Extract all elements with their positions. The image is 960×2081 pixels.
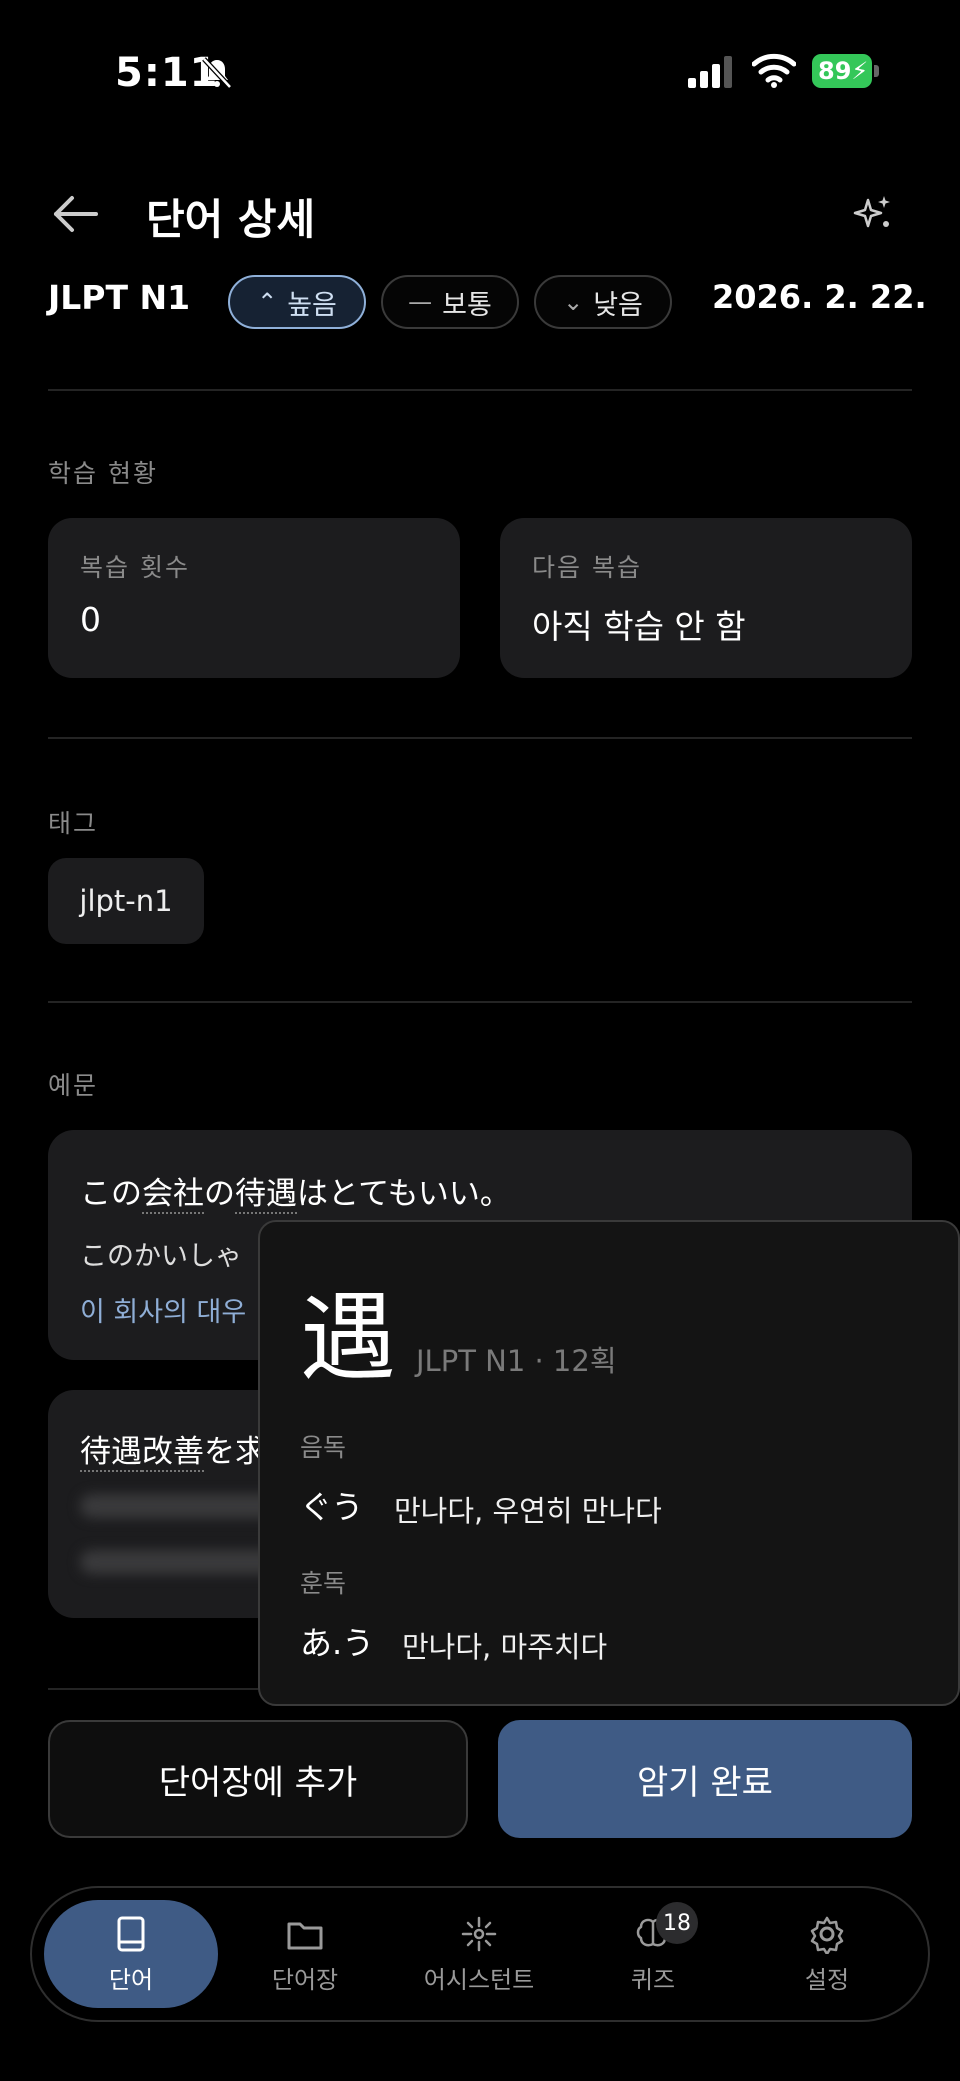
nav-label: 퀴즈 xyxy=(630,1965,676,1994)
nav-item-quiz[interactable]: 퀴즈 xyxy=(566,1900,740,2008)
next-review-card: 다음 복습 아직 학습 안 함 xyxy=(500,518,912,678)
nav-label: 어시스턴트 xyxy=(423,1965,535,1994)
next-review-value: 아직 학습 안 함 xyxy=(532,607,746,646)
bell-off-icon xyxy=(202,57,232,89)
kanji-character: 遇 xyxy=(300,1282,396,1394)
next-review-label: 다음 복습 xyxy=(532,553,642,582)
chevron-down-icon: ⌄ xyxy=(563,288,584,316)
kanji-word-link[interactable]: 改善 xyxy=(142,1434,204,1472)
example-sentence: この会社の待遇はとてもいい。 xyxy=(80,1168,511,1214)
folder-icon xyxy=(287,1922,323,1949)
example-sentence: 待遇改善を求 xyxy=(80,1426,266,1472)
kanji-word-link[interactable]: 待遇 xyxy=(80,1434,142,1472)
on-reading: ぐう xyxy=(300,1488,364,1526)
nav-label: 설정 xyxy=(804,1965,850,1994)
divider xyxy=(48,1001,912,1003)
review-count-value: 0 xyxy=(80,600,101,639)
ai-sparkle-icon[interactable] xyxy=(848,190,896,238)
example-reading: このかいしゃ xyxy=(80,1241,242,1272)
divider xyxy=(48,389,912,391)
on-reading-label: 음독 xyxy=(300,1433,347,1462)
tag-chip[interactable]: jlpt-n1 xyxy=(48,858,204,944)
battery-level: 89 xyxy=(818,57,852,85)
page-title: 단어 상세 xyxy=(146,195,316,244)
kanji-detail-popup: 遇 JLPT N1 · 12획 음독 ぐう 만나다, 우연히 만나다 훈독 あ.… xyxy=(258,1220,960,1706)
chip-label: 낮음 xyxy=(593,289,643,321)
chevron-up-icon: ⌃ xyxy=(257,288,278,316)
nav-item-wordbook[interactable]: 단어장 xyxy=(218,1900,392,2008)
sentence-part: はとてもいい。 xyxy=(297,1176,511,1212)
tags-label: 태그 xyxy=(48,809,99,838)
bottom-nav: 단어 단어장 어시스턴트 퀴즈 18 설정 xyxy=(30,1886,930,2022)
kanji-word-link[interactable]: 会社 xyxy=(142,1176,204,1214)
added-date: 2026. 2. 22. xyxy=(712,278,927,316)
kun-reading-label: 훈독 xyxy=(300,1569,347,1598)
gear-icon xyxy=(810,1916,844,1954)
sentence-part: の xyxy=(204,1176,235,1212)
nav-label: 단어장 xyxy=(271,1965,339,1994)
nav-item-settings[interactable]: 설정 xyxy=(740,1900,914,2008)
back-arrow-icon[interactable] xyxy=(48,188,104,240)
review-count-label: 복습 횟수 xyxy=(80,553,190,582)
book-icon xyxy=(117,1916,145,1951)
priority-high-chip[interactable]: ⌃ 높음 xyxy=(228,275,366,329)
divider xyxy=(48,737,912,739)
charging-icon: ⚡ xyxy=(851,57,869,85)
nav-item-assistant[interactable]: 어시스턴트 xyxy=(392,1900,566,2008)
kanji-word-link[interactable]: 待遇 xyxy=(235,1176,297,1214)
kun-meaning: 만나다, 마주치다 xyxy=(402,1630,608,1664)
sentence-part: を求 xyxy=(204,1434,266,1470)
dash-icon: — xyxy=(408,288,433,316)
cellular-signal-icon xyxy=(688,56,732,88)
chip-label: 높음 xyxy=(287,289,337,321)
kun-reading: あ.う xyxy=(300,1624,375,1662)
on-meaning: 만나다, 우연히 만나다 xyxy=(394,1494,662,1528)
example-translation: 이 회사의 대우 xyxy=(80,1297,247,1328)
add-to-wordbook-button[interactable]: 단어장에 추가 xyxy=(48,1720,468,1838)
study-status-label: 학습 현황 xyxy=(48,459,158,488)
kanji-meta: JLPT N1 · 12획 xyxy=(416,1344,617,1378)
priority-normal-chip[interactable]: — 보통 xyxy=(381,275,519,329)
sparkle-icon xyxy=(461,1916,497,1951)
review-count-card: 복습 횟수 0 xyxy=(48,518,460,678)
sentence-part: この xyxy=(80,1176,142,1212)
quiz-count-badge: 18 xyxy=(656,1902,698,1944)
chip-label: 보통 xyxy=(442,289,492,321)
examples-label: 예문 xyxy=(48,1071,99,1100)
wifi-icon xyxy=(752,53,796,88)
priority-low-chip[interactable]: ⌄ 낮음 xyxy=(534,275,672,329)
jlpt-level: JLPT N1 xyxy=(48,278,191,317)
nav-item-words[interactable]: 단어 xyxy=(44,1900,218,2008)
mark-memorized-button[interactable]: 암기 완료 xyxy=(498,1720,912,1838)
battery-indicator: 89⚡ xyxy=(812,54,880,88)
nav-label: 단어 xyxy=(108,1965,154,1994)
